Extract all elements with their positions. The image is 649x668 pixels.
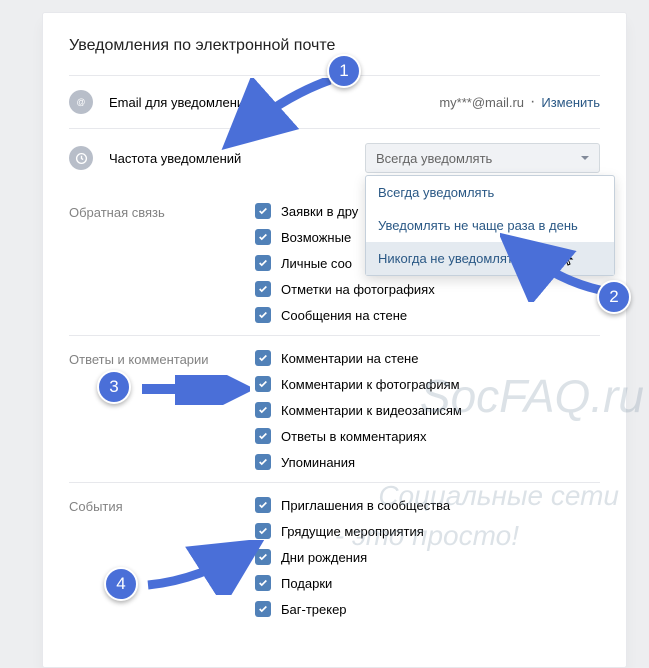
frequency-select[interactable]: Всегда уведомлять (365, 143, 600, 173)
frequency-row: Частота уведомлений Всегда уведомлять Вс… (69, 128, 600, 187)
email-label: Email для уведомлений (109, 95, 439, 110)
frequency-option-2[interactable]: Никогда не уведомлять (366, 242, 614, 275)
frequency-option-0[interactable]: Всегда уведомлять (366, 176, 614, 209)
checkbox[interactable] (255, 307, 271, 323)
section-events-title: События (69, 497, 255, 627)
list-item: Подарки (255, 575, 600, 591)
frequency-option-1[interactable]: Уведомлять не чаще раза в день (366, 209, 614, 242)
page-title: Уведомления по электронной почте (69, 37, 600, 55)
section-feedback-title: Обратная связь (69, 203, 255, 333)
list-item: Баг-трекер (255, 601, 600, 617)
annotation-badge-1: 1 (327, 54, 361, 88)
list-item: Отметки на фотографиях (255, 281, 600, 297)
email-icon: @ (69, 90, 93, 114)
annotation-badge-2: 2 (597, 280, 631, 314)
checkbox[interactable] (255, 229, 271, 245)
frequency-label: Частота уведомлений (109, 151, 365, 166)
checkbox[interactable] (255, 255, 271, 271)
frequency-menu: Всегда уведомлять Уведомлять не чаще раз… (365, 175, 615, 276)
checkbox[interactable] (255, 203, 271, 219)
change-email-link[interactable]: Изменить (541, 95, 600, 110)
checkbox[interactable] (255, 350, 271, 366)
clock-icon (69, 146, 93, 170)
annotation-badge-3: 3 (97, 370, 131, 404)
chevron-down-icon (581, 156, 589, 160)
frequency-selected: Всегда уведомлять (376, 151, 492, 166)
checkbox[interactable] (255, 523, 271, 539)
section-replies-title: Ответы и комментарии (69, 350, 255, 480)
list-item: Сообщения на стене (255, 307, 600, 323)
checkbox[interactable] (255, 281, 271, 297)
checkbox[interactable] (255, 402, 271, 418)
frequency-dropdown: Всегда уведомлять Всегда уведомлять Увед… (365, 143, 600, 173)
list-item: Упоминания (255, 454, 600, 470)
section-events-items: Приглашения в сообщества Грядущие меропр… (255, 497, 600, 627)
checkbox[interactable] (255, 497, 271, 513)
watermark: SocFAQ.ru (420, 370, 644, 423)
list-item: Комментарии на стене (255, 350, 600, 366)
checkbox[interactable] (255, 428, 271, 444)
checkbox[interactable] (255, 549, 271, 565)
list-item: Ответы в комментариях (255, 428, 600, 444)
checkbox[interactable] (255, 601, 271, 617)
watermark: Социальные сети (378, 480, 619, 512)
email-value: my***@mail.ru (439, 95, 524, 110)
checkbox[interactable] (255, 376, 271, 392)
watermark: - это просто! (335, 520, 519, 552)
svg-text:@: @ (77, 97, 86, 107)
cursor-icon (560, 250, 574, 272)
checkbox[interactable] (255, 454, 271, 470)
annotation-badge-4: 4 (104, 567, 138, 601)
checkbox[interactable] (255, 575, 271, 591)
